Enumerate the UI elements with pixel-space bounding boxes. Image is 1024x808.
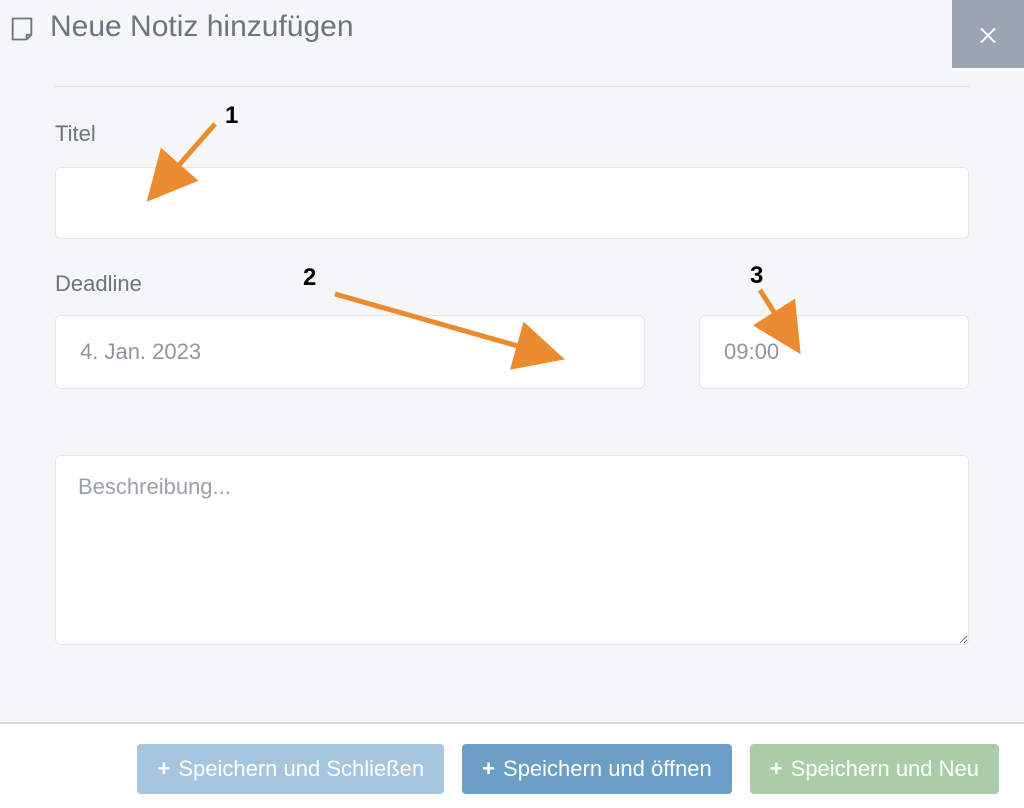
deadline-date-value: 4. Jan. 2023 — [80, 339, 201, 365]
close-icon — [976, 22, 1000, 46]
close-button[interactable] — [952, 0, 1024, 68]
modal-header: Neue Notiz hinzufügen — [0, 0, 1024, 56]
title-input[interactable] — [55, 167, 969, 239]
save-and-new-button[interactable]: + Speichern und Neu — [750, 744, 999, 794]
deadline-date-input[interactable]: 4. Jan. 2023 — [55, 315, 645, 389]
deadline-time-input[interactable]: 09:00 — [699, 315, 969, 389]
button-label: Speichern und Schließen — [178, 756, 424, 782]
form-body: Titel Deadline 4. Jan. 2023 09:00 — [0, 86, 1024, 650]
modal-title: Neue Notiz hinzufügen — [50, 10, 354, 44]
deadline-label: Deadline — [55, 271, 969, 297]
modal-footer: + Speichern und Schließen + Speichern un… — [0, 722, 1024, 808]
plus-icon: + — [157, 758, 170, 780]
save-and-open-button[interactable]: + Speichern und öffnen — [462, 744, 732, 794]
button-label: Speichern und öffnen — [503, 756, 712, 782]
button-label: Speichern und Neu — [791, 756, 979, 782]
note-icon — [8, 15, 36, 43]
divider — [55, 86, 969, 87]
plus-icon: + — [770, 758, 783, 780]
plus-icon: + — [482, 758, 495, 780]
save-and-close-button[interactable]: + Speichern und Schließen — [137, 744, 444, 794]
deadline-time-value: 09:00 — [724, 339, 779, 365]
title-label: Titel — [55, 121, 969, 147]
description-textarea[interactable] — [55, 455, 969, 645]
